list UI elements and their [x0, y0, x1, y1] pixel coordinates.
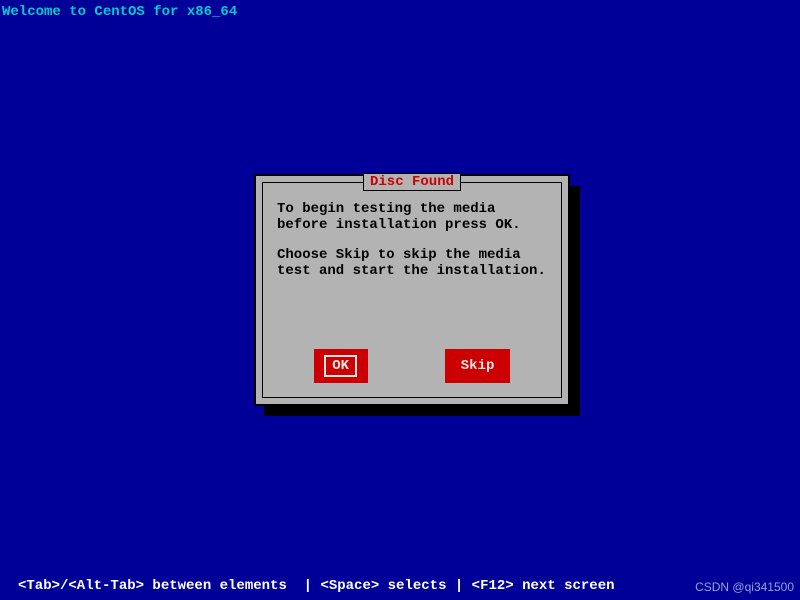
page-title: Welcome to CentOS for x86_64 — [2, 4, 237, 20]
watermark: CSDN @qi341500 — [695, 580, 794, 594]
ok-button-shadow: OK — [314, 349, 368, 383]
dialog-disc-found: Disc Found To begin testing the media be… — [254, 174, 570, 406]
dialog-title: Disc Found — [363, 173, 461, 191]
ok-button-label: OK — [324, 355, 357, 377]
ok-button[interactable]: OK — [314, 349, 368, 383]
spacer — [277, 233, 547, 247]
footer-help: <Tab>/<Alt-Tab> between elements | <Spac… — [18, 578, 615, 594]
dialog-text-2: Choose Skip to skip the media test and s… — [277, 247, 547, 279]
skip-button[interactable]: Skip — [445, 349, 511, 383]
skip-button-label: Skip — [453, 355, 503, 377]
button-row: OK Skip — [263, 349, 561, 383]
dialog-text-1: To begin testing the media before instal… — [277, 201, 547, 233]
skip-button-shadow: Skip — [445, 349, 511, 383]
dialog-inner: Disc Found To begin testing the media be… — [262, 182, 562, 398]
